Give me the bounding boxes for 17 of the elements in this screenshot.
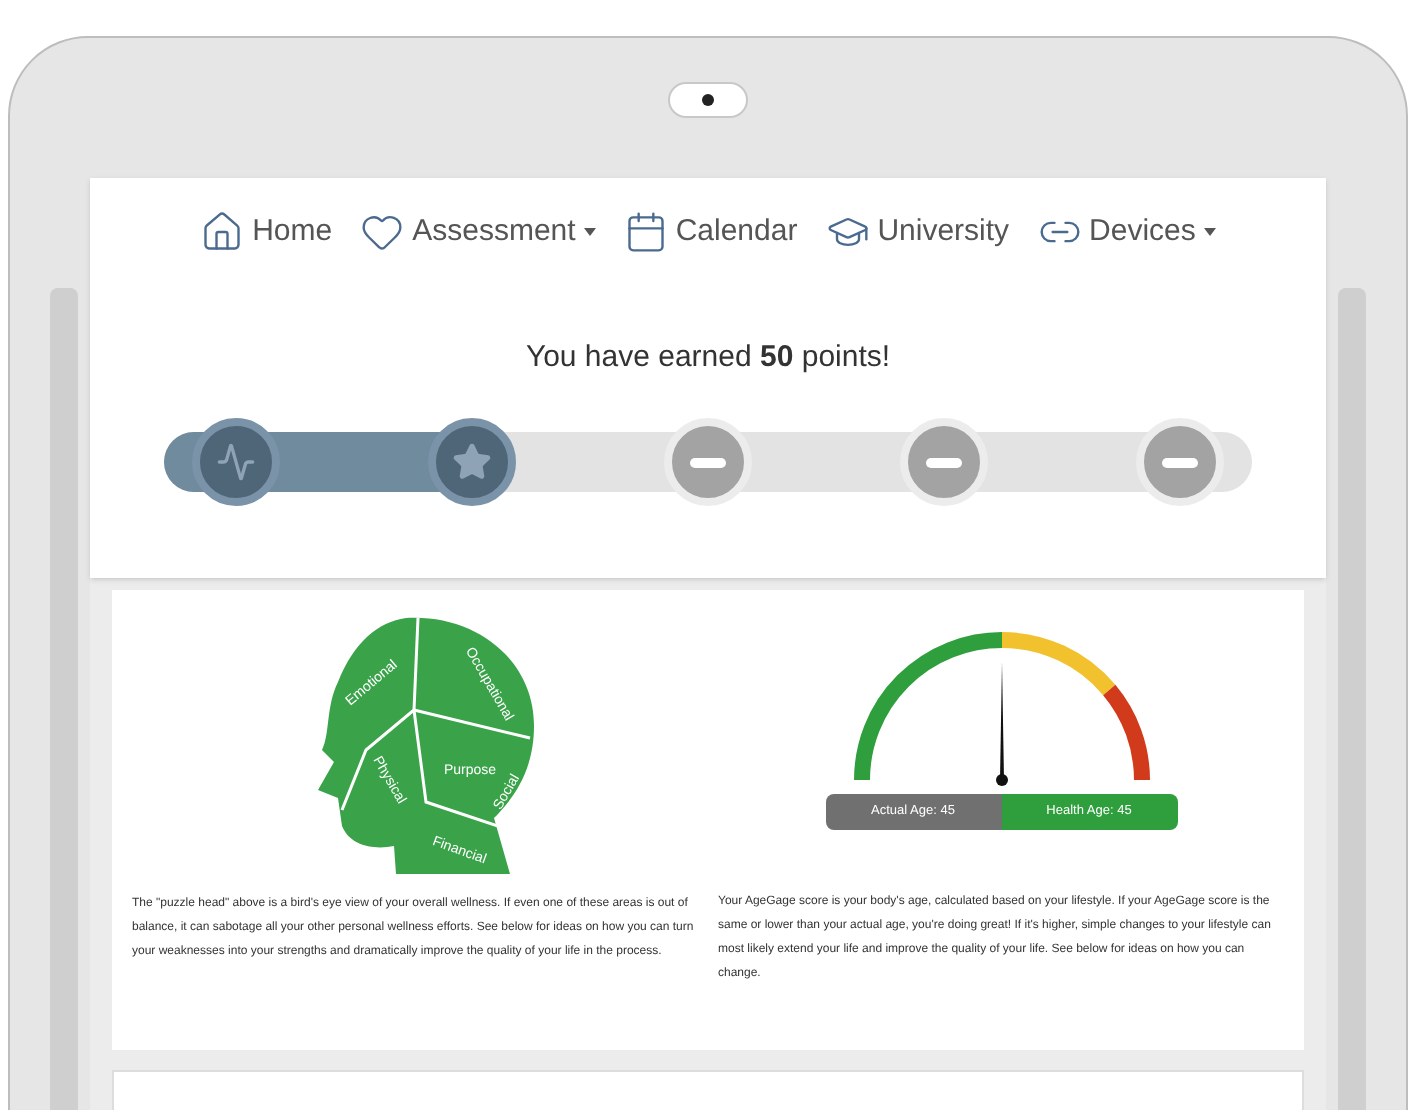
minus-icon — [1162, 457, 1198, 467]
nav-link[interactable]: Devices — [1037, 210, 1216, 255]
camera-icon — [668, 82, 748, 118]
caret-icon — [1203, 228, 1216, 237]
pulse-icon — [216, 442, 256, 482]
nav-link[interactable]: University — [825, 210, 1010, 255]
heart-icon — [360, 210, 405, 255]
nav-link[interactable]: Calendar — [623, 210, 798, 255]
nav-link[interactable]: Home — [200, 210, 333, 255]
minus-icon — [690, 457, 726, 467]
star-icon — [452, 442, 492, 482]
points-message: You have earned 50 points! — [525, 337, 891, 377]
minus-icon — [926, 457, 962, 467]
caret-icon — [583, 228, 596, 237]
calendar-icon — [623, 210, 668, 255]
home-icon — [200, 210, 245, 255]
nav-link[interactable]: Assessment — [360, 210, 596, 255]
